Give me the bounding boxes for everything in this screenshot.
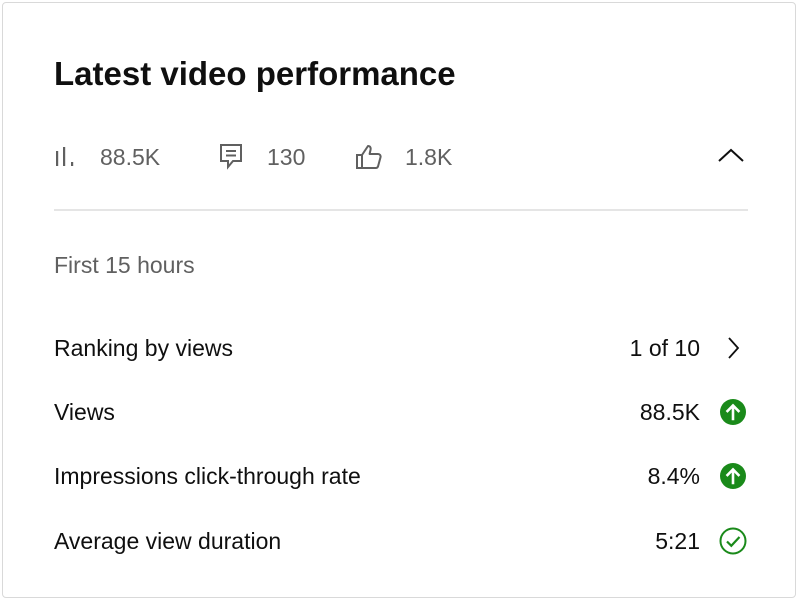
metric-value: 8.4%	[647, 462, 700, 489]
arrow-up-circle-icon	[718, 398, 748, 426]
stat-likes: 1.8K	[355, 136, 452, 178]
metric-value: 5:21	[655, 527, 700, 554]
metric-label: Views	[54, 398, 115, 425]
metric-row-ctr: Impressions click-through rate 8.4%	[54, 456, 748, 496]
thumbs-up-icon	[355, 143, 383, 171]
bar-chart-icon	[54, 145, 78, 169]
likes-count: 1.8K	[405, 143, 453, 170]
period-label: First 15 hours	[54, 252, 195, 278]
card-title: Latest video performance	[54, 55, 456, 92]
metric-row-ranking[interactable]: Ranking by views 1 of 10	[54, 328, 748, 368]
comment-icon	[219, 143, 245, 171]
summary-stats: 88.5K 130 1.8K	[54, 136, 748, 178]
metric-value: 1 of 10	[629, 334, 700, 361]
chevron-right-icon	[718, 336, 748, 360]
metric-label: Average view duration	[54, 527, 282, 554]
stat-comments: 130	[219, 136, 305, 178]
collapse-button[interactable]	[714, 140, 748, 174]
divider	[54, 209, 748, 211]
metric-label: Ranking by views	[54, 334, 233, 361]
metric-label: Impressions click-through rate	[54, 462, 361, 489]
views-count: 88.5K	[100, 143, 161, 170]
chevron-up-icon	[717, 147, 745, 168]
metric-row-views: Views 88.5K	[54, 392, 748, 432]
arrow-up-circle-icon	[718, 462, 748, 490]
comments-count: 130	[267, 143, 306, 170]
stat-views: 88.5K	[54, 136, 160, 178]
metric-row-average-view-duration: Average view duration 5:21	[54, 521, 748, 561]
latest-video-performance-card: Latest video performance 88.5K 130 1.8K …	[2, 2, 796, 598]
metric-value: 88.5K	[639, 398, 700, 425]
check-circle-icon	[718, 527, 748, 555]
